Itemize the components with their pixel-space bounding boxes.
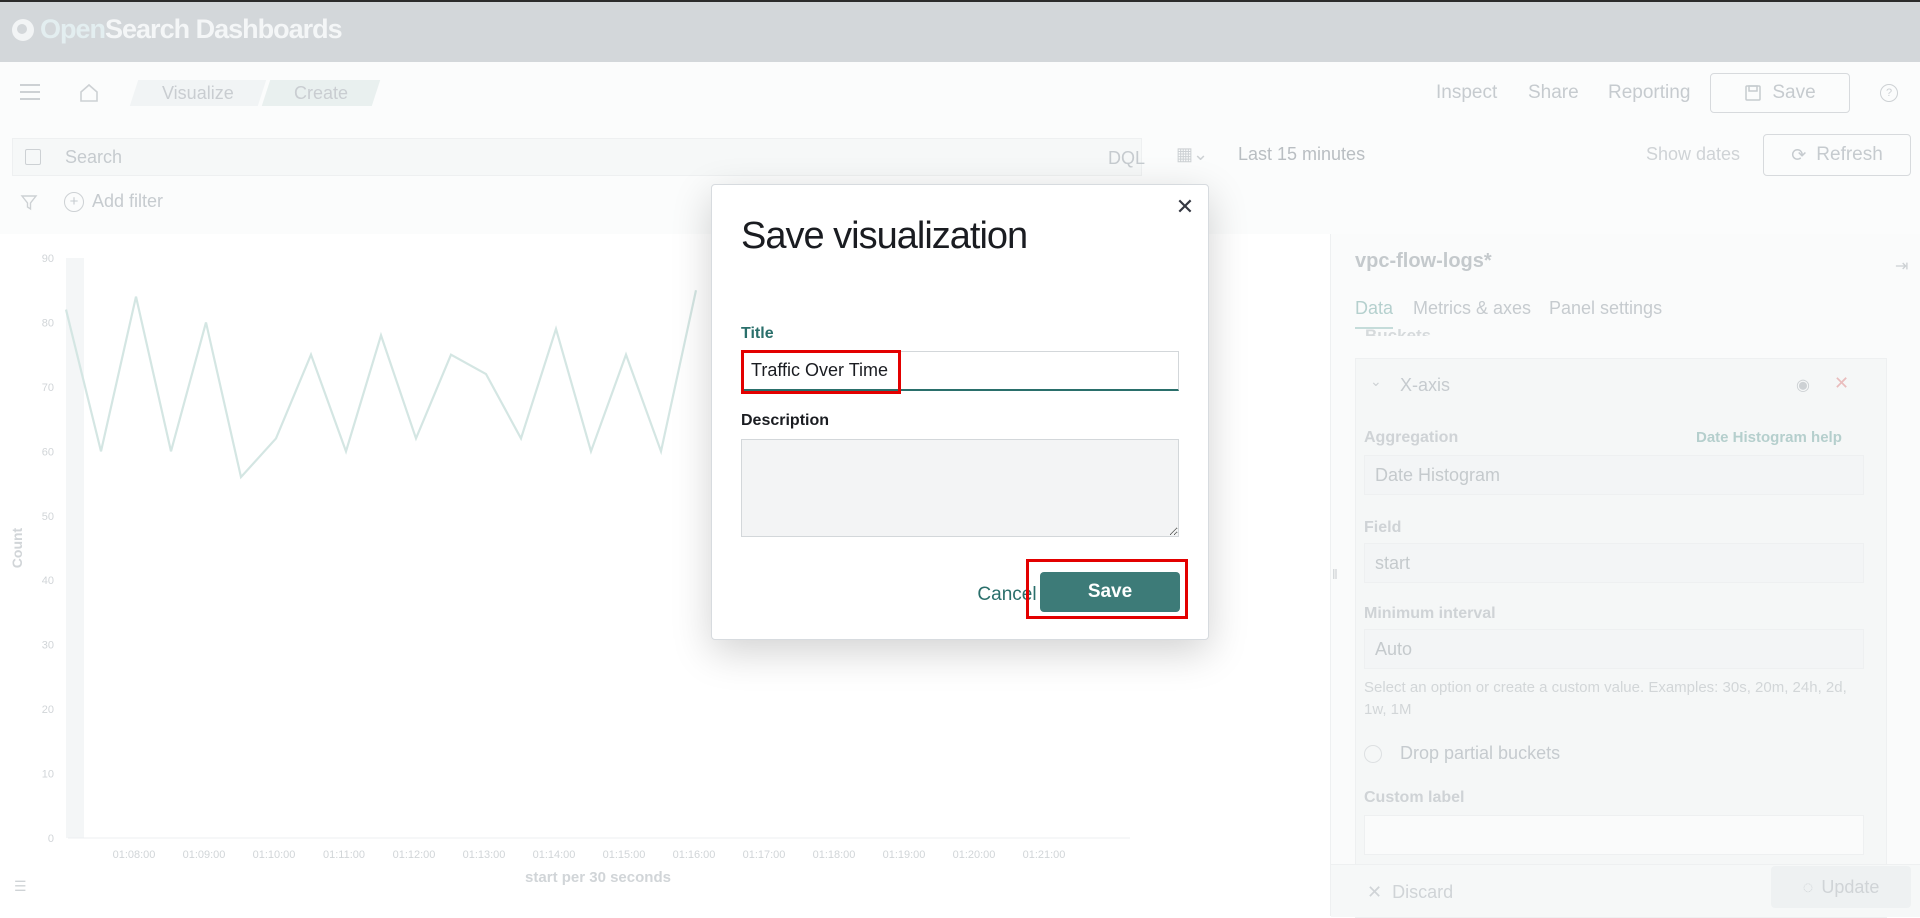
save-visualization-modal: ✕ Save visualization Title Description C… — [711, 184, 1209, 640]
description-input[interactable] — [741, 439, 1179, 537]
title-input[interactable] — [741, 351, 1179, 391]
save-button[interactable]: Save — [1040, 572, 1180, 612]
description-field-label: Description — [741, 412, 830, 429]
modal-title: Save visualization — [741, 215, 1028, 257]
close-icon[interactable]: ✕ — [1173, 195, 1197, 219]
title-field-label: Title — [741, 325, 774, 342]
